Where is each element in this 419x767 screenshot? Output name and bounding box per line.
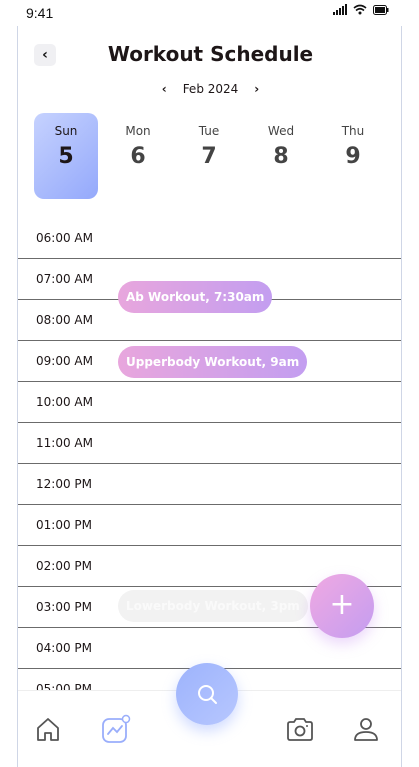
search-icon: [198, 685, 217, 704]
wifi-icon: [353, 4, 367, 15]
profile-icon: [354, 718, 378, 741]
time-slot[interactable]: 06:00 AM: [18, 218, 401, 259]
time-label: 06:00 AM: [36, 231, 93, 245]
time-slot[interactable]: 12:00 PM: [18, 464, 401, 505]
time-label: 04:00 PM: [36, 641, 92, 655]
time-slot[interactable]: 11:00 AM: [18, 423, 401, 464]
time-slot[interactable]: 10:00 AM: [18, 382, 401, 423]
page-title: Workout Schedule: [107, 42, 314, 66]
event-ab-workout[interactable]: Ab Workout, 7:30am: [118, 281, 273, 313]
battery-icon: [373, 4, 389, 15]
plus-icon: +: [329, 587, 355, 622]
day-name: Thu: [341, 124, 365, 138]
event-lowerbody-workout[interactable]: Lowerbody Workout, 3pm: [118, 590, 308, 622]
month-label: Feb 2024: [182, 82, 239, 96]
activity-icon: [102, 714, 131, 743]
time-label: 01:00 PM: [36, 518, 92, 532]
time-label: 11:00 AM: [36, 436, 93, 450]
nav-activity[interactable]: [100, 713, 132, 745]
camera-icon: [287, 718, 313, 741]
nav-home[interactable]: [32, 713, 64, 745]
day-name: Wed: [267, 124, 295, 138]
month-nav: ‹ Feb 2024 ›: [18, 82, 401, 96]
phone-frame: ‹ Workout Schedule ‹ Feb 2024 › Sun 5 Mo…: [17, 0, 402, 767]
add-workout-button[interactable]: +: [310, 574, 374, 638]
prev-month-button[interactable]: ‹: [162, 82, 167, 96]
time-label: 07:00 AM: [36, 272, 93, 286]
time-label: 08:00 AM: [36, 313, 93, 327]
time-label: 09:00 AM: [36, 354, 93, 368]
day-thu[interactable]: Thu 9: [321, 113, 385, 199]
day-number: 5: [58, 144, 74, 169]
time-label: 03:00 PM: [36, 600, 92, 614]
event-upperbody-workout[interactable]: Upperbody Workout, 9am: [118, 346, 308, 378]
day-selector: Sun 5 Mon 6 Tue 7 Wed 8 Thu 9: [34, 113, 394, 199]
day-number: 9: [345, 144, 361, 169]
nav-profile[interactable]: [350, 713, 382, 745]
time-slot[interactable]: 01:00 PM: [18, 505, 401, 546]
day-number: 6: [130, 144, 146, 169]
day-sun[interactable]: Sun 5: [34, 113, 98, 199]
home-icon: [37, 718, 59, 741]
day-wed[interactable]: Wed 8: [249, 113, 313, 199]
day-name: Mon: [125, 124, 151, 138]
search-button[interactable]: [176, 663, 238, 725]
day-name: Tue: [198, 124, 220, 138]
time-label: 10:00 AM: [36, 395, 93, 409]
status-icons: [333, 4, 389, 15]
status-time: 9:41: [26, 5, 54, 21]
nav-camera[interactable]: [284, 713, 316, 745]
day-name: Sun: [54, 124, 78, 138]
signal-icon: [333, 4, 347, 15]
time-label: 12:00 PM: [36, 477, 92, 491]
next-month-button[interactable]: ›: [254, 82, 259, 96]
day-mon[interactable]: Mon 6: [106, 113, 170, 199]
time-label: 02:00 PM: [36, 559, 92, 573]
day-number: 7: [201, 144, 217, 169]
time-label: 05:00 PM: [36, 682, 92, 690]
status-bar: 9:41: [0, 0, 419, 26]
header: ‹ Workout Schedule: [18, 30, 401, 80]
day-number: 8: [273, 144, 289, 169]
day-tue[interactable]: Tue 7: [177, 113, 241, 199]
